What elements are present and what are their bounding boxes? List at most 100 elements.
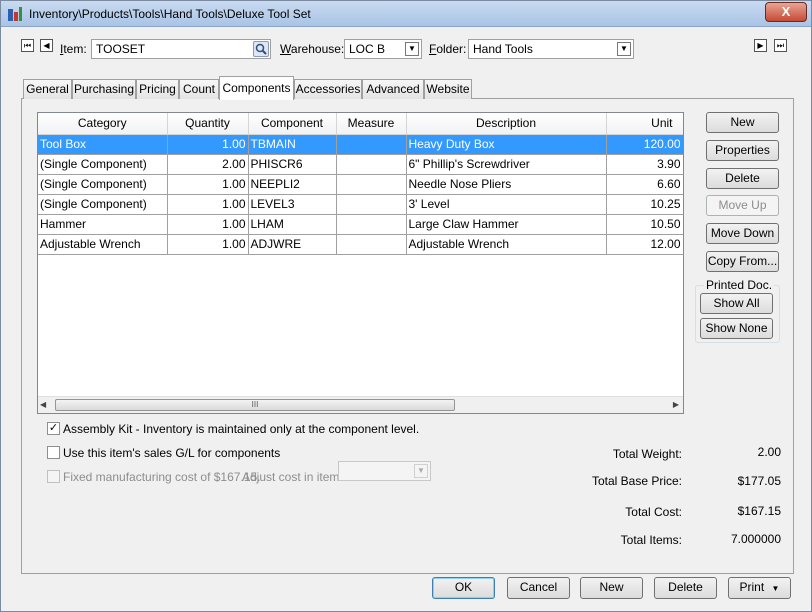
- cell-component: ADJWRE: [248, 234, 337, 255]
- ok-button[interactable]: OK: [432, 577, 495, 599]
- print-button[interactable]: Print ▼: [728, 577, 791, 599]
- total-weight-label: Total Weight:: [612, 447, 682, 461]
- table-row[interactable]: Tool Box 1.00 TBMAIN Heavy Duty Box 120.…: [38, 134, 683, 155]
- folder-value: Hand Tools: [473, 42, 533, 56]
- item-field[interactable]: TOOSET: [91, 39, 271, 59]
- assembly-kit-label: Assembly Kit - Inventory is maintained o…: [63, 422, 420, 436]
- inventory-app-icon: [8, 7, 22, 21]
- total-base-price-value: $177.05: [737, 474, 781, 488]
- print-label: Print: [739, 580, 765, 594]
- chevron-down-icon: ▼: [617, 42, 631, 56]
- show-all-button[interactable]: Show All: [700, 293, 773, 314]
- cell-quantity: 1.00: [167, 134, 249, 155]
- cell-category: (Single Component): [38, 174, 168, 195]
- first-record-button[interactable]: ⏮: [21, 39, 34, 52]
- previous-record-button[interactable]: ◀: [40, 39, 53, 52]
- item-lookup-button[interactable]: [253, 41, 269, 57]
- tab-website[interactable]: Website: [424, 79, 472, 99]
- cell-unit: 10.50: [606, 214, 683, 235]
- tab-advanced[interactable]: Advanced: [362, 79, 424, 99]
- window-close-button[interactable]: X: [765, 2, 807, 22]
- next-record-button[interactable]: ▶: [754, 39, 767, 52]
- cell-measure: [336, 154, 407, 175]
- table-row[interactable]: Adjustable Wrench 1.00 ADJWRE Adjustable…: [38, 234, 683, 255]
- total-cost-label: Total Cost:: [625, 505, 682, 519]
- cell-description: Needle Nose Pliers: [406, 174, 607, 195]
- table-row[interactable]: (Single Component) 1.00 LEVEL3 3' Level …: [38, 194, 683, 215]
- cell-measure: [336, 234, 407, 255]
- table-row[interactable]: (Single Component) 1.00 NEEPLI2 Needle N…: [38, 174, 683, 195]
- window-title: Inventory\Products\Tools\Hand Tools\Delu…: [29, 7, 311, 21]
- printed-doc-label: Printed Doc.: [704, 278, 775, 292]
- fixed-cost-checkbox[interactable]: [47, 470, 60, 483]
- chevron-down-icon: ▼: [414, 464, 428, 478]
- properties-button[interactable]: Properties: [706, 140, 779, 161]
- horizontal-scrollbar[interactable]: ◀ III ▶: [38, 396, 683, 413]
- column-header-description[interactable]: Description: [406, 113, 607, 135]
- scroll-left-icon[interactable]: ◀: [40, 400, 46, 409]
- cell-category: (Single Component): [38, 154, 168, 175]
- show-none-button[interactable]: Show None: [700, 318, 773, 339]
- column-header-category[interactable]: Category: [38, 113, 168, 135]
- tab-pricing[interactable]: Pricing: [136, 79, 179, 99]
- column-header-component[interactable]: Component: [248, 113, 337, 135]
- cell-quantity: 1.00: [167, 194, 249, 215]
- components-table: Category Quantity Component Measure Desc…: [38, 113, 683, 255]
- table-row[interactable]: (Single Component) 2.00 PHISCR6 6" Phill…: [38, 154, 683, 175]
- tool-set-window: Inventory\Products\Tools\Hand Tools\Delu…: [0, 0, 812, 612]
- scrollbar-thumb[interactable]: III: [55, 399, 455, 411]
- column-header-measure[interactable]: Measure: [336, 113, 407, 135]
- total-base-price-label: Total Base Price:: [591, 474, 682, 488]
- copy-from-button[interactable]: Copy From...: [706, 251, 779, 272]
- chevron-down-icon: ▼: [405, 42, 419, 56]
- cell-component: LHAM: [248, 214, 337, 235]
- tab-components[interactable]: Components: [219, 76, 294, 100]
- cell-unit: 12.00: [606, 234, 683, 255]
- tab-accessories[interactable]: Accessories: [294, 79, 362, 99]
- cell-category: Hammer: [38, 214, 168, 235]
- folder-select[interactable]: Hand Tools ▼: [468, 39, 634, 59]
- last-record-button[interactable]: ⏭: [774, 39, 787, 52]
- delete-component-button[interactable]: Delete: [706, 168, 779, 189]
- cell-category: (Single Component): [38, 194, 168, 215]
- cell-quantity: 1.00: [167, 174, 249, 195]
- assembly-kit-checkbox[interactable]: ✓: [47, 422, 60, 435]
- use-sales-gl-checkbox[interactable]: [47, 446, 60, 459]
- table-row[interactable]: Hammer 1.00 LHAM Large Claw Hammer 10.50: [38, 214, 683, 235]
- cell-category: Tool Box: [38, 134, 168, 155]
- cell-component: LEVEL3: [248, 194, 337, 215]
- cell-unit: 10.25: [606, 194, 683, 215]
- adjust-cost-select[interactable]: ▼: [338, 461, 431, 481]
- move-up-button[interactable]: Move Up: [706, 195, 779, 216]
- column-header-unit[interactable]: Unit: [606, 113, 683, 135]
- cell-quantity: 1.00: [167, 214, 249, 235]
- title-bar: Inventory\Products\Tools\Hand Tools\Delu…: [1, 1, 811, 27]
- warehouse-select[interactable]: LOC B ▼: [344, 39, 422, 59]
- tab-count[interactable]: Count: [179, 79, 219, 99]
- fixed-cost-label: Fixed manufacturing cost of $167.15.: [63, 470, 261, 484]
- cell-category: Adjustable Wrench: [38, 234, 168, 255]
- tab-purchasing[interactable]: Purchasing: [72, 79, 136, 99]
- move-down-button[interactable]: Move Down: [706, 223, 779, 244]
- warehouse-label: Warehouse:: [280, 42, 345, 56]
- delete-item-button[interactable]: Delete: [654, 577, 717, 599]
- cell-description: Heavy Duty Box: [406, 134, 607, 155]
- components-grid[interactable]: Category Quantity Component Measure Desc…: [37, 112, 684, 414]
- cell-description: Large Claw Hammer: [406, 214, 607, 235]
- cell-description: 3' Level: [406, 194, 607, 215]
- tab-general[interactable]: General: [23, 79, 72, 99]
- cell-measure: [336, 214, 407, 235]
- cancel-button[interactable]: Cancel: [507, 577, 570, 599]
- magnifier-icon: [255, 43, 267, 55]
- grid-header-row: Category Quantity Component Measure Desc…: [38, 113, 683, 135]
- warehouse-value: LOC B: [349, 42, 386, 56]
- item-label: Item:: [60, 42, 87, 56]
- scroll-right-icon[interactable]: ▶: [673, 400, 679, 409]
- new-item-button[interactable]: New: [580, 577, 643, 599]
- new-component-button[interactable]: New: [706, 112, 779, 133]
- cell-description: Adjustable Wrench: [406, 234, 607, 255]
- cell-component: PHISCR6: [248, 154, 337, 175]
- item-value: TOOSET: [96, 42, 146, 56]
- cell-quantity: 2.00: [167, 154, 249, 175]
- column-header-quantity[interactable]: Quantity: [167, 113, 249, 135]
